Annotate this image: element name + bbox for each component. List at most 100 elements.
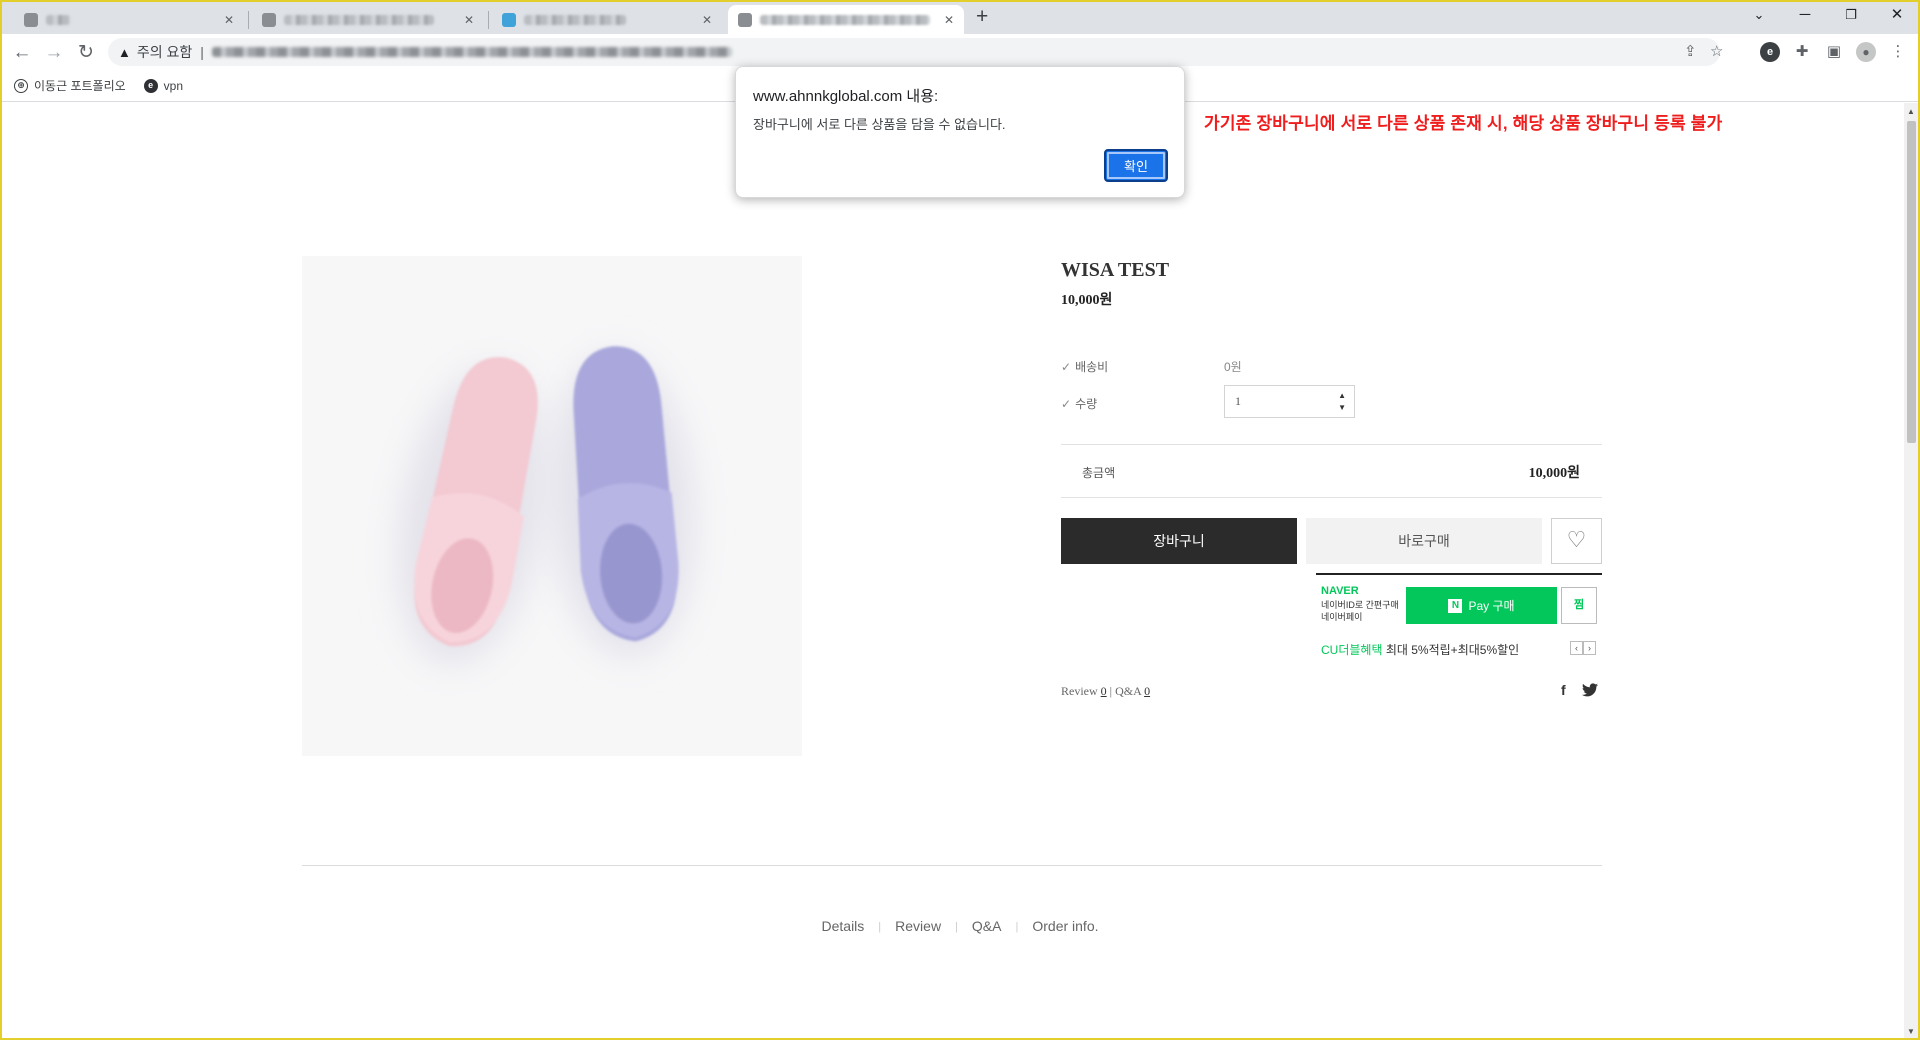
extensions-puzzle-icon[interactable]: ✚ xyxy=(1792,42,1812,62)
quantity-row: ✓ 수량 xyxy=(1061,395,1097,412)
benefit-highlight: CU더블혜택 xyxy=(1321,643,1383,657)
chevron-left-icon[interactable]: ‹ xyxy=(1570,641,1583,655)
scrollbar-thumb[interactable] xyxy=(1907,121,1916,443)
browser-tab[interactable]: ✕ xyxy=(252,5,484,34)
globe-icon: ⊕ xyxy=(14,78,28,93)
e-icon: e xyxy=(143,78,158,93)
slippers-illustration xyxy=(398,346,693,665)
back-icon[interactable]: ← xyxy=(8,39,36,67)
naver-pay-description: 네이버ID로 간편구매 네이버페이 xyxy=(1321,599,1399,623)
reload-icon[interactable]: ↻ xyxy=(72,39,100,67)
divider xyxy=(1061,444,1602,445)
url-blurred[interactable] xyxy=(211,47,732,57)
tab-review[interactable]: Review xyxy=(895,918,941,936)
tab-search-icon[interactable]: ⌄ xyxy=(1736,2,1782,28)
browser-tab-active[interactable]: ✕ xyxy=(728,5,964,34)
benefit-text: 최대 5%적립+최대5%할인 xyxy=(1385,643,1520,657)
profile-avatar-icon[interactable]: ● xyxy=(1856,42,1876,62)
shipping-label: 배송비 xyxy=(1075,360,1109,374)
tab-favicon-icon xyxy=(738,12,752,27)
naver-desc-line: 네이버ID로 간편구매 xyxy=(1321,600,1399,610)
facebook-icon[interactable]: f xyxy=(1561,682,1566,698)
bookmark-portfolio[interactable]: ⊕ 이동근 포트폴리오 xyxy=(14,77,126,94)
tab-close-icon[interactable]: ✕ xyxy=(702,13,712,27)
bookmark-vpn[interactable]: e vpn xyxy=(143,78,183,93)
share-icon[interactable]: ⇪ xyxy=(1684,38,1697,66)
shipping-value: 0원 xyxy=(1224,360,1242,374)
tab-favicon-icon xyxy=(502,12,516,27)
omnibox-divider: | xyxy=(200,44,204,60)
check-icon: ✓ xyxy=(1061,360,1072,374)
naver-benefit[interactable]: CU더블혜택 최대 5%적립+최대5%할인 xyxy=(1321,641,1519,658)
minimize-button[interactable]: ─ xyxy=(1782,2,1828,28)
security-label[interactable]: 주의 요함 xyxy=(137,42,192,62)
qna-label: Q&A xyxy=(1115,684,1142,698)
menu-kebab-icon[interactable]: ⋮ xyxy=(1888,42,1908,62)
naver-logo: NAVER xyxy=(1321,585,1359,597)
tab-close-icon[interactable]: ✕ xyxy=(224,13,234,27)
add-to-cart-button[interactable]: 장바구니 xyxy=(1061,518,1297,564)
bookmark-label: 이동근 포트폴리오 xyxy=(34,79,126,93)
alert-dialog: www.ahnnkglobal.com 내용: 장바구니에 서로 다른 상품을 … xyxy=(735,66,1185,198)
chevron-right-icon[interactable]: › xyxy=(1583,641,1596,655)
quantity-label: 수량 xyxy=(1075,397,1098,411)
section-divider xyxy=(302,865,1602,866)
tab-details[interactable]: Details xyxy=(822,918,865,936)
tab-qna[interactable]: Q&A xyxy=(972,918,1002,936)
naver-pay-label: Pay 구매 xyxy=(1468,599,1515,613)
tab-close-icon[interactable]: ✕ xyxy=(464,13,474,27)
tab-separator xyxy=(488,11,489,29)
tab-separator: | xyxy=(1015,921,1019,933)
tab-close-icon[interactable]: ✕ xyxy=(944,13,954,27)
quantity-stepper[interactable]: 1 ▲ ▼ xyxy=(1224,385,1355,418)
annotation-note: 가기존 장바구니에 서로 다른 상품 존재 시, 해당 상품 장바구니 등록 불… xyxy=(1204,114,1723,133)
tab-separator: | xyxy=(955,921,958,933)
detail-tabs-nav: Details | Review | Q&A | Order info. xyxy=(0,918,1920,936)
naver-pay-button[interactable]: N Pay 구매 xyxy=(1406,587,1557,624)
naver-zzim-button[interactable]: 찜 xyxy=(1561,587,1597,624)
tab-strip: ✕ ✕ ✕ ✕ + ⌄ ─ ❐ ✕ xyxy=(0,0,1920,34)
total-value: 10,000원 xyxy=(1528,466,1580,481)
tab-order-info[interactable]: Order info. xyxy=(1032,918,1098,936)
extension-e-icon[interactable]: e xyxy=(1760,42,1780,62)
benefit-pager: ‹ › xyxy=(1570,641,1596,655)
close-window-button[interactable]: ✕ xyxy=(1874,2,1920,28)
review-count: 0 xyxy=(1100,684,1107,698)
buy-now-button[interactable]: 바로구매 xyxy=(1306,518,1542,564)
scroll-up-icon[interactable]: ▲ xyxy=(1904,107,1918,116)
product-image xyxy=(302,256,802,756)
forward-icon[interactable]: → xyxy=(40,39,68,67)
tab-title-blurred xyxy=(284,14,434,25)
decrease-icon[interactable]: ▼ xyxy=(1338,402,1346,414)
tab-title-blurred xyxy=(46,14,70,25)
naver-desc-line: 네이버페이 xyxy=(1321,612,1363,622)
bookmark-star-icon[interactable]: ☆ xyxy=(1710,38,1723,66)
browser-tab[interactable]: ✕ xyxy=(492,5,722,34)
tab-favicon-icon xyxy=(24,12,38,27)
restore-button[interactable]: ❐ xyxy=(1828,2,1874,28)
spinner-arrows[interactable]: ▲ ▼ xyxy=(1338,390,1346,414)
address-bar[interactable]: ▲ 주의 요함 | ⇪ ☆ xyxy=(108,38,1723,66)
product-title: WISA TEST xyxy=(1061,259,1170,281)
qna-link[interactable]: Q&A 0 xyxy=(1115,684,1150,698)
product-price: 10,000원 xyxy=(1061,293,1113,308)
dialog-ok-button[interactable]: 확인 xyxy=(1104,149,1168,182)
review-qna-links: Review 0 | Q&A 0 xyxy=(1061,684,1150,699)
check-icon: ✓ xyxy=(1061,397,1072,411)
shipping-row: ✓ 배송비 xyxy=(1061,358,1108,375)
browser-toolbar: ← → ↻ ▲ 주의 요함 | ⇪ ☆ e ✚ ▣ ● ⋮ xyxy=(0,34,1920,70)
naver-n-icon: N xyxy=(1448,598,1463,613)
side-panel-icon[interactable]: ▣ xyxy=(1824,42,1844,62)
scroll-down-icon[interactable]: ▼ xyxy=(1904,1027,1918,1036)
increase-icon[interactable]: ▲ xyxy=(1338,390,1346,402)
browser-tab[interactable]: ✕ xyxy=(14,5,244,34)
review-link[interactable]: Review 0 xyxy=(1061,684,1107,698)
new-tab-button[interactable]: + xyxy=(976,5,988,29)
wishlist-heart-icon[interactable]: ♡ xyxy=(1551,518,1602,564)
dialog-message: 장바구니에 서로 다른 상품을 담을 수 없습니다. xyxy=(753,117,1006,132)
tab-separator: | xyxy=(878,921,882,933)
quantity-value[interactable]: 1 xyxy=(1235,394,1241,408)
twitter-icon[interactable] xyxy=(1582,683,1598,700)
page-scrollbar[interactable]: ▲ ▼ xyxy=(1904,103,1918,1038)
warning-icon[interactable]: ▲ xyxy=(118,45,131,60)
